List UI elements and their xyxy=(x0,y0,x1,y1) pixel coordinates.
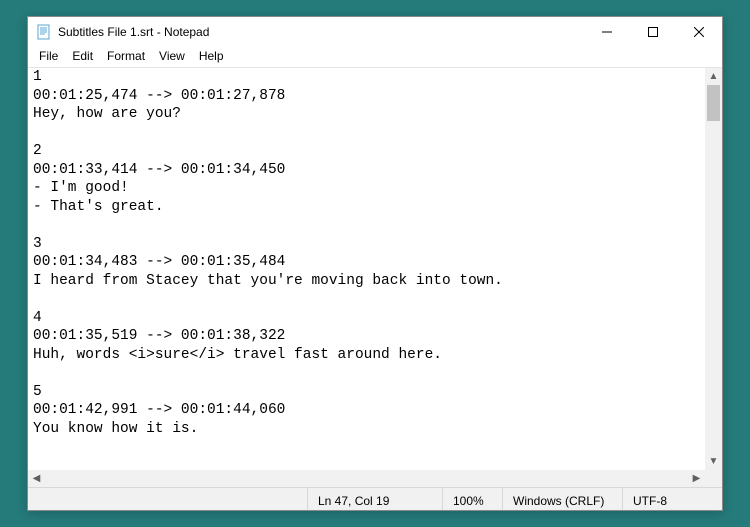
statusbar: Ln 47, Col 19 100% Windows (CRLF) UTF-8 xyxy=(28,487,722,510)
editor-row: 1 00:01:25,474 --> 00:01:27,878 Hey, how… xyxy=(28,68,722,470)
menu-format[interactable]: Format xyxy=(100,47,152,65)
menu-view[interactable]: View xyxy=(152,47,192,65)
text-editor[interactable]: 1 00:01:25,474 --> 00:01:27,878 Hey, how… xyxy=(28,68,705,470)
minimize-button[interactable] xyxy=(584,17,630,47)
titlebar: Subtitles File 1.srt - Notepad xyxy=(28,17,722,47)
scroll-left-icon[interactable]: ◀ xyxy=(28,470,45,487)
scroll-corner xyxy=(705,470,722,487)
menu-file[interactable]: File xyxy=(32,47,65,65)
window-title: Subtitles File 1.srt - Notepad xyxy=(58,25,584,39)
content-area: 1 00:01:25,474 --> 00:01:27,878 Hey, how… xyxy=(28,67,722,487)
scroll-right-icon[interactable]: ▶ xyxy=(688,470,705,487)
notepad-window: Subtitles File 1.srt - Notepad File Edit… xyxy=(27,16,723,511)
status-zoom: 100% xyxy=(442,488,502,510)
scroll-down-icon[interactable]: ▼ xyxy=(705,453,722,470)
menu-edit[interactable]: Edit xyxy=(65,47,100,65)
maximize-button[interactable] xyxy=(630,17,676,47)
vertical-scroll-thumb[interactable] xyxy=(707,85,720,121)
scroll-up-icon[interactable]: ▲ xyxy=(705,68,722,85)
menubar: File Edit Format View Help xyxy=(28,47,722,67)
notepad-icon xyxy=(36,24,52,40)
status-encoding: UTF-8 xyxy=(622,488,722,510)
status-spacer xyxy=(28,488,307,510)
close-button[interactable] xyxy=(676,17,722,47)
horizontal-scrollbar[interactable]: ◀ ▶ xyxy=(28,470,722,487)
status-line-ending: Windows (CRLF) xyxy=(502,488,622,510)
vertical-scrollbar[interactable]: ▲ ▼ xyxy=(705,68,722,470)
menu-help[interactable]: Help xyxy=(192,47,231,65)
status-cursor-position: Ln 47, Col 19 xyxy=(307,488,442,510)
